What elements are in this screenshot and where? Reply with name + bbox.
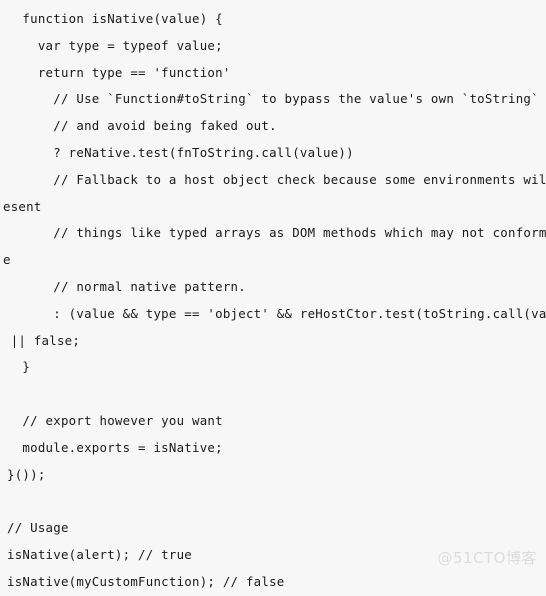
code-line: ? reNative.test(fnToString.call(value))	[7, 144, 354, 160]
code-line: }());	[7, 466, 46, 482]
code-line: // Use `Function#toString` to bypass the…	[7, 91, 546, 107]
site-watermark: @51CTO博客	[437, 549, 537, 567]
code-line: }	[7, 359, 31, 375]
code-line: // normal native pattern.	[7, 278, 246, 294]
code-line: // Usage	[7, 520, 69, 536]
code-line: e	[3, 252, 11, 268]
code-line: // and avoid being faked out.	[7, 118, 277, 134]
code-line: || false;	[3, 332, 81, 348]
code-line: return type == 'function'	[7, 64, 231, 80]
code-line: // Fallback to a host object check becau…	[7, 171, 546, 187]
code-line: esent	[3, 198, 42, 214]
code-line: // export however you want	[7, 412, 223, 428]
code-block: function isNative(value) { var type = ty…	[0, 0, 546, 589]
code-line: // things like typed arrays as DOM metho…	[7, 225, 546, 241]
code-line: module.exports = isNative;	[7, 439, 223, 455]
code-line: function isNative(value) {	[7, 11, 223, 26]
code-lines-container[interactable]: function isNative(value) { var type = ty…	[0, 6, 546, 596]
code-line: isNative(myCustomFunction); // false	[7, 573, 285, 589]
code-line: : (value && type == 'object' && reHostCt…	[7, 305, 546, 321]
code-line: var type = typeof value;	[7, 37, 223, 53]
